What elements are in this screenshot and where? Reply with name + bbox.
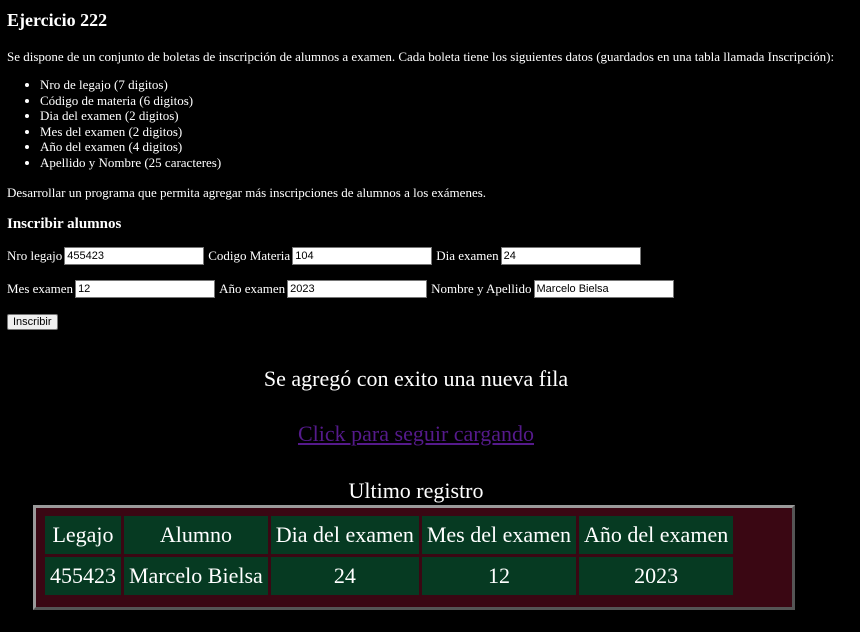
table-row: 455423 Marcelo Bielsa 24 12 2023 [45, 557, 734, 595]
list-item: Apellido y Nombre (25 caracteres) [40, 155, 221, 171]
table-cell: 455423 [45, 557, 121, 595]
intro-text: Se dispone de un conjunto de boletas de … [7, 49, 835, 64]
nombre-label: Nombre y Apellido [431, 281, 532, 296]
anio-input[interactable] [287, 280, 428, 298]
continue-link-wrapper: Click para seguir cargando [0, 421, 832, 447]
last-record-table: Legajo Alumno Dia del examen Mes del exa… [42, 513, 736, 598]
form-row-1: Nro legajo Codigo Materia Dia examen [7, 247, 645, 265]
table-header: Año del examen [579, 516, 734, 554]
materia-input[interactable] [292, 247, 433, 265]
form-heading: Inscribir alumnos [7, 216, 122, 232]
legajo-label: Nro legajo [7, 248, 63, 263]
page-title: Ejercicio 222 [7, 10, 108, 30]
form-row-2: Mes examen Año examen Nombre y Apellido [7, 280, 678, 298]
mes-input[interactable] [75, 280, 216, 298]
list-item: Dia del examen (2 digitos) [40, 108, 221, 124]
last-record-table-frame: Legajo Alumno Dia del examen Mes del exa… [33, 505, 795, 610]
list-item: Mes del examen (2 digitos) [40, 124, 221, 140]
dia-input[interactable] [500, 247, 641, 265]
continue-link[interactable]: Click para seguir cargando [298, 421, 534, 446]
table-cell: 12 [421, 557, 577, 595]
field-list: Nro de legajo (7 digitos) Código de mate… [0, 77, 221, 170]
table-header: Alumno [124, 516, 268, 554]
table-header: Dia del examen [270, 516, 419, 554]
table-cell: 24 [270, 557, 419, 595]
mes-label: Mes examen [7, 281, 74, 296]
outro-text: Desarrollar un programa que permita agre… [7, 185, 487, 200]
table-header: Mes del examen [421, 516, 577, 554]
success-message: Se agregó con exito una nueva fila [263, 366, 569, 391]
anio-label: Año examen [219, 281, 286, 296]
materia-label: Codigo Materia [208, 248, 291, 263]
list-item: Código de materia (6 digitos) [40, 93, 221, 109]
last-record-title: Ultimo registro [348, 478, 484, 503]
legajo-input[interactable] [64, 247, 205, 265]
nombre-input[interactable] [533, 280, 674, 298]
list-item: Año del examen (4 digitos) [40, 139, 221, 155]
list-item: Nro de legajo (7 digitos) [40, 77, 221, 93]
table-cell: Marcelo Bielsa [124, 557, 268, 595]
table-header: Legajo [45, 516, 121, 554]
table-cell: 2023 [579, 557, 734, 595]
inscribir-button[interactable]: Inscribir [7, 314, 58, 330]
dia-label: Dia examen [436, 248, 499, 263]
table-header-row: Legajo Alumno Dia del examen Mes del exa… [45, 516, 734, 554]
